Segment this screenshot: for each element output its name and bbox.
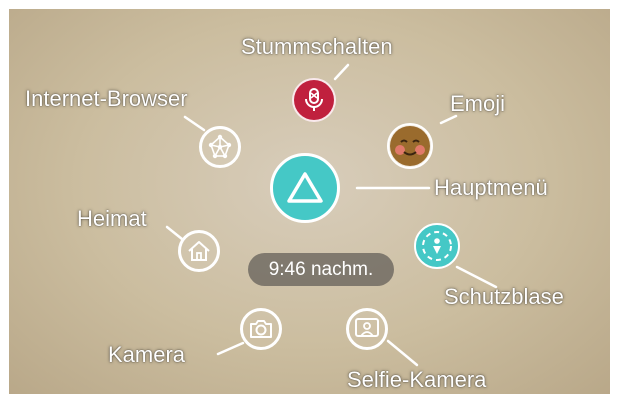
emoji-label: Emoji — [450, 91, 506, 116]
safety-bubble-button[interactable] — [414, 223, 460, 269]
time-display: 9:46 nachm. — [248, 253, 394, 286]
safety-bubble-icon — [419, 228, 455, 264]
network-globe-icon — [206, 133, 234, 161]
emoji-button[interactable] — [387, 123, 433, 169]
internet-browser-label: Internet-Browser — [25, 86, 188, 111]
mute-button[interactable] — [292, 78, 336, 122]
home-button[interactable] — [178, 230, 220, 272]
radial-menu-overlay: Stummschalten Emoji Hauptmenü Schutzblas… — [9, 9, 610, 394]
muted-microphone-icon — [300, 86, 328, 114]
home-icon — [186, 239, 212, 263]
safety-bubble-label: Schutzblase — [444, 284, 564, 309]
camera-label: Kamera — [108, 342, 186, 367]
mute-label: Stummschalten — [241, 34, 393, 59]
home-label: Heimat — [77, 206, 147, 231]
triangle-icon — [285, 170, 325, 206]
camera-button[interactable] — [240, 308, 282, 350]
main-menu-label: Hauptmenü — [434, 175, 548, 200]
camera-icon — [248, 317, 274, 341]
selfie-camera-button[interactable] — [346, 308, 388, 350]
internet-browser-button[interactable] — [199, 126, 241, 168]
emoji-face-icon — [389, 125, 431, 167]
selfie-camera-icon — [354, 317, 380, 341]
main-menu-button[interactable] — [270, 153, 340, 223]
selfie-camera-label: Selfie-Kamera — [347, 367, 487, 392]
